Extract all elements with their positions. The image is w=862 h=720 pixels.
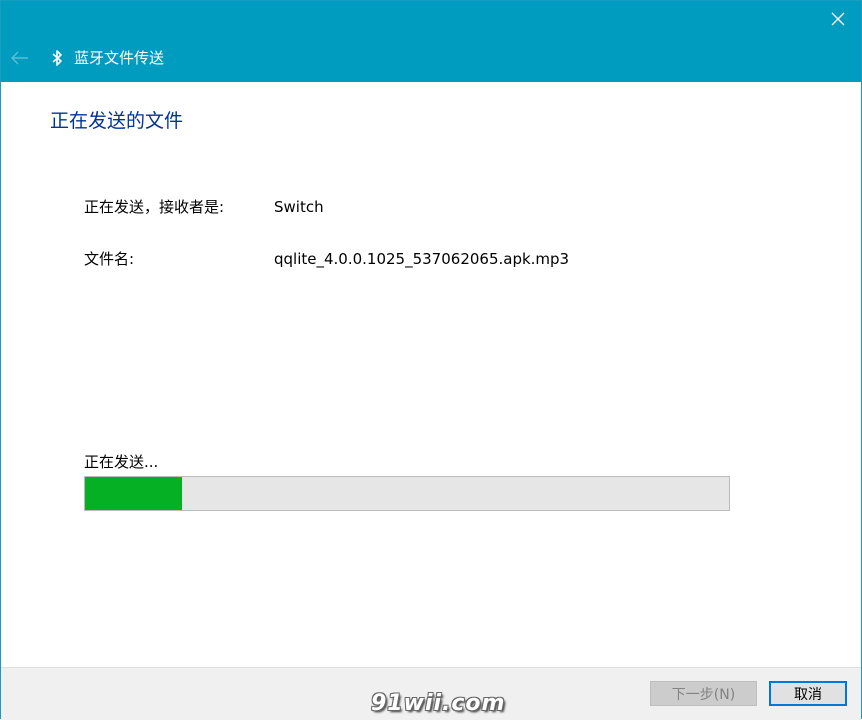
back-button[interactable] bbox=[7, 45, 33, 71]
progress-bar-fill bbox=[85, 477, 182, 510]
close-button[interactable] bbox=[815, 1, 861, 37]
next-button[interactable]: 下一步(N) bbox=[650, 681, 757, 706]
cancel-button[interactable]: 取消 bbox=[769, 681, 847, 706]
watermark: 91wii.com bbox=[371, 691, 506, 716]
close-icon bbox=[831, 12, 845, 26]
filename-label: 文件名: bbox=[84, 250, 135, 268]
filename-value: qqlite_4.0.0.1025_537062065.apk.mp3 bbox=[274, 250, 570, 268]
back-arrow-icon bbox=[11, 51, 28, 65]
recipient-value: Switch bbox=[274, 198, 324, 216]
page-heading: 正在发送的文件 bbox=[50, 110, 184, 132]
progress-status-label: 正在发送... bbox=[84, 453, 159, 471]
recipient-label: 正在发送，接收者是: bbox=[84, 198, 225, 216]
window-title: 蓝牙文件传送 bbox=[74, 49, 165, 67]
bluetooth-transfer-window: 蓝牙文件传送 正在发送的文件 正在发送，接收者是: Switch 文件名: qq… bbox=[0, 0, 862, 720]
progress-bar bbox=[84, 476, 730, 511]
title-bar: 蓝牙文件传送 bbox=[1, 1, 861, 82]
bluetooth-icon bbox=[52, 50, 62, 66]
